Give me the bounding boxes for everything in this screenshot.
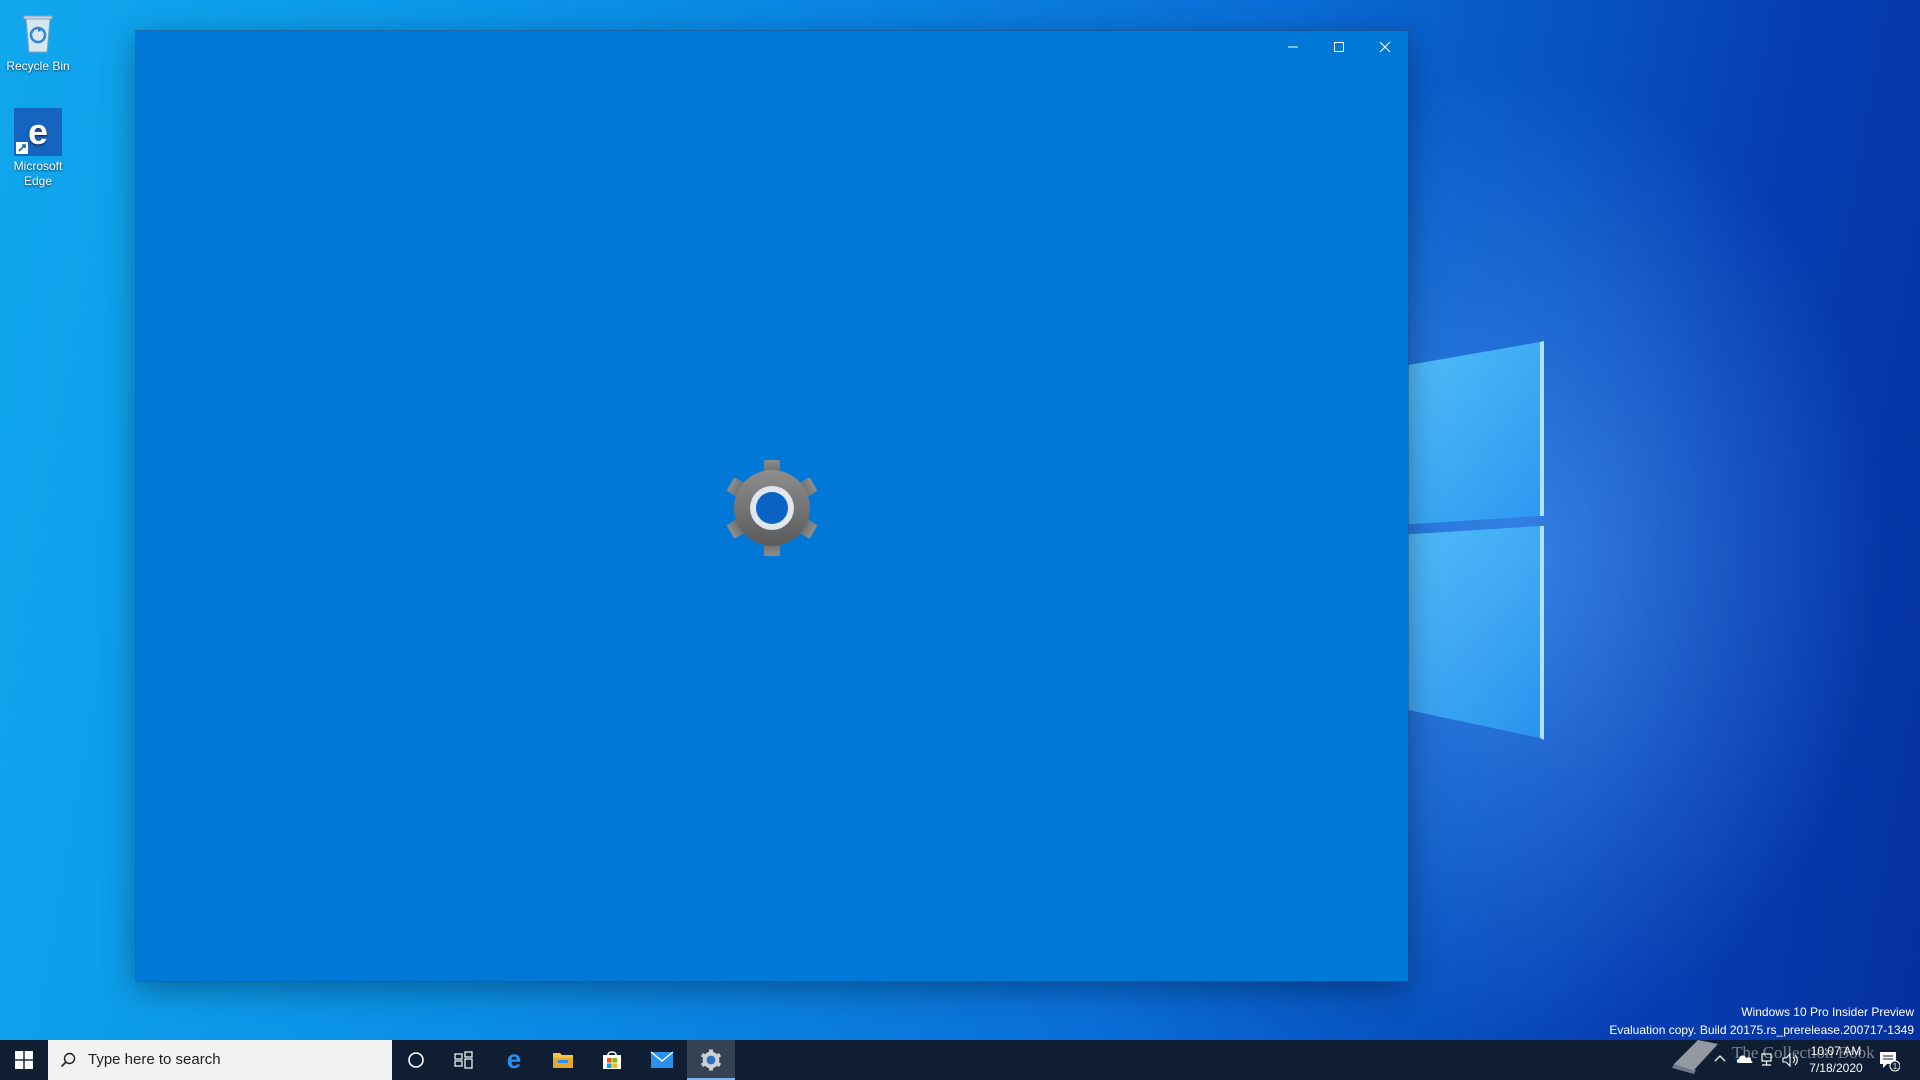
- taskbar-edge-button[interactable]: e: [490, 1040, 538, 1080]
- book-logo-icon: [1672, 1040, 1718, 1074]
- minimize-icon: [1288, 46, 1298, 48]
- desktop-icon-recycle-bin[interactable]: Recycle Bin: [0, 8, 76, 74]
- close-icon: [1379, 41, 1391, 53]
- watermark-edition: Windows 10 Pro Insider Preview: [1741, 1005, 1914, 1019]
- title-bar[interactable]: [136, 31, 1408, 63]
- recycle-bin-icon: [23, 15, 53, 53]
- start-icon: [15, 1051, 33, 1069]
- cortana-button[interactable]: [392, 1040, 440, 1080]
- taskbar-settings-button[interactable]: [687, 1040, 735, 1080]
- start-button[interactable]: [0, 1040, 48, 1080]
- file-explorer-icon: [553, 1053, 573, 1068]
- svg-text:e: e: [28, 111, 48, 152]
- microsoft-edge-label: Microsoft Edge: [13, 159, 63, 188]
- search-icon: [60, 1052, 76, 1068]
- cortana-icon: [408, 1052, 424, 1068]
- taskbar-file-explorer-button[interactable]: [539, 1040, 587, 1080]
- collection-book-watermark: The Collection Book: [1668, 1032, 1898, 1076]
- edge-icon: e: [507, 1049, 521, 1071]
- windows-logo-wallpaper: [1380, 341, 1544, 740]
- task-view-icon: [454, 1051, 473, 1069]
- recycle-bin-label: Recycle Bin: [6, 59, 70, 73]
- taskbar-search-box[interactable]: Type here to search: [48, 1040, 392, 1080]
- search-placeholder: Type here to search: [88, 1051, 221, 1068]
- store-icon: [603, 1051, 621, 1069]
- taskbar: Type here to search e 10:07 AM 7/18/2020…: [0, 1040, 1920, 1080]
- mail-icon: [650, 1051, 674, 1068]
- maximize-icon: [1334, 42, 1344, 52]
- minimize-button[interactable]: [1270, 31, 1316, 63]
- maximize-button[interactable]: [1316, 31, 1362, 63]
- svg-text:e: e: [507, 1049, 521, 1071]
- close-button[interactable]: [1362, 31, 1408, 63]
- collection-book-text: The Collection Book: [1732, 1043, 1875, 1062]
- desktop: Recycle Bin e Microsoft Edge Windows 10 …: [0, 0, 1920, 1080]
- taskbar-mail-button[interactable]: [638, 1040, 686, 1080]
- settings-gear-icon: [727, 460, 817, 556]
- desktop-icon-microsoft-edge[interactable]: e Microsoft Edge: [0, 108, 76, 189]
- settings-window: [136, 31, 1408, 981]
- task-view-button[interactable]: [440, 1040, 488, 1080]
- edge-icon: e: [14, 108, 62, 156]
- settings-icon: [700, 1049, 722, 1071]
- taskbar-store-button[interactable]: [588, 1040, 636, 1080]
